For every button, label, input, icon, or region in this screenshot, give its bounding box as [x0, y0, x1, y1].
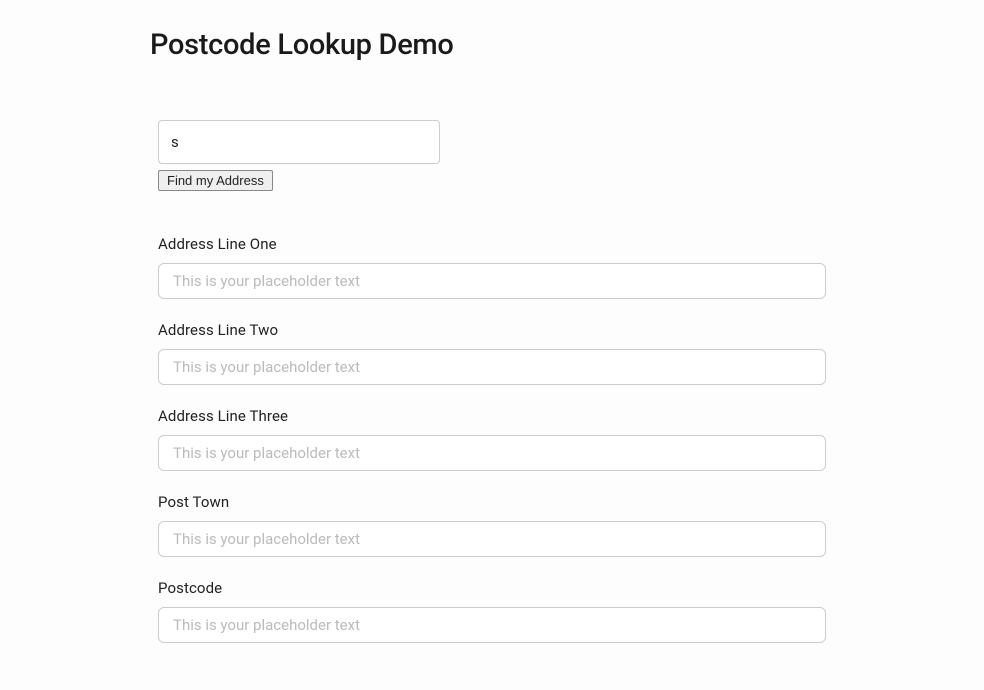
label-postcode: Postcode — [158, 579, 826, 597]
field-group-line1: Address Line One — [158, 235, 826, 299]
label-address-line-two: Address Line Two — [158, 321, 826, 339]
label-post-town: Post Town — [158, 493, 826, 511]
input-post-town[interactable] — [158, 521, 826, 557]
input-postcode[interactable] — [158, 607, 826, 643]
page-title: Postcode Lookup Demo — [150, 28, 984, 62]
field-group-post-town: Post Town — [158, 493, 826, 557]
field-group-line3: Address Line Three — [158, 407, 826, 471]
find-address-button[interactable]: Find my Address — [158, 170, 273, 191]
input-address-line-two[interactable] — [158, 349, 826, 385]
field-group-line2: Address Line Two — [158, 321, 826, 385]
lookup-section: Find my Address — [158, 120, 984, 191]
label-address-line-one: Address Line One — [158, 235, 826, 253]
address-form: Address Line One Address Line Two Addres… — [158, 235, 826, 643]
input-address-line-one[interactable] — [158, 263, 826, 299]
input-address-line-three[interactable] — [158, 435, 826, 471]
field-group-postcode: Postcode — [158, 579, 826, 643]
postcode-search-input[interactable] — [158, 120, 440, 164]
label-address-line-three: Address Line Three — [158, 407, 826, 425]
